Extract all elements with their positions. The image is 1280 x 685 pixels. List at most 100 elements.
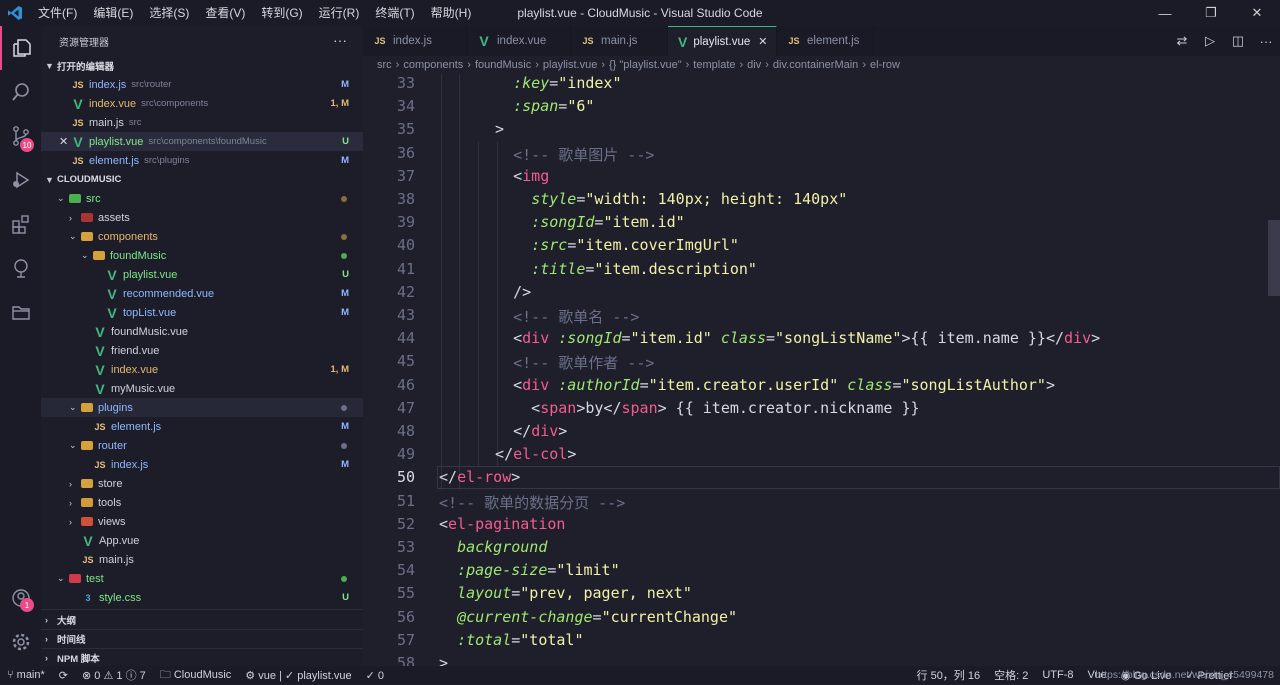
npm-scripts-section[interactable]: › NPM 脚本 (41, 648, 363, 667)
git-status-badge: M (341, 288, 349, 299)
close-icon[interactable]: ✕ (59, 135, 71, 148)
breadcrumb-item[interactable]: {} "playlist.vue" (609, 59, 682, 71)
breadcrumb-item[interactable]: div (747, 59, 761, 71)
vue-file-icon: V (73, 95, 83, 112)
scrollbar-thumb[interactable] (1268, 220, 1280, 296)
menu-item[interactable]: 文件(F) (30, 0, 85, 26)
folder-icon (69, 194, 81, 203)
breadcrumb-item[interactable]: playlist.vue (543, 59, 597, 71)
project-section[interactable]: ▼ CLOUDMUSIC (41, 170, 363, 189)
check-indicator[interactable]: ✓ 0 (359, 669, 391, 682)
menu-item[interactable]: 终端(T) (367, 0, 422, 26)
branch-indicator[interactable]: ⑂ main* (0, 669, 52, 681)
menu-item[interactable]: 编辑(E) (85, 0, 141, 26)
folder-item[interactable]: › store (41, 474, 363, 493)
file-item[interactable]: VtopList.vue M (41, 303, 363, 322)
menu-item[interactable]: 转到(G) (253, 0, 310, 26)
explorer-icon[interactable] (0, 26, 41, 70)
tree-label: foundMusic.vue (111, 325, 189, 338)
tab-element-js[interactable]: JS element.js (777, 26, 874, 56)
folder-item[interactable]: › views (41, 512, 363, 531)
folder-item[interactable]: › tools (41, 493, 363, 512)
open-editor-item[interactable]: ✕ Vplaylist.vue src\components\foundMusic U (41, 132, 363, 151)
search-icon[interactable] (0, 70, 41, 114)
file-item[interactable]: JS index.js M (41, 455, 363, 474)
menu-item[interactable]: 帮助(H) (423, 0, 480, 26)
js-file-icon: JS (82, 554, 94, 565)
file-item[interactable]: 3 style.css U (41, 588, 363, 607)
outline-section[interactable]: › 大纲 (41, 610, 363, 629)
line-number: 39 (396, 213, 415, 232)
vue-file-icon: V (83, 532, 93, 549)
code-token: span (621, 398, 658, 417)
open-editor-item[interactable]: Vindex.vue src\components 1, M (41, 94, 363, 113)
more-actions-icon[interactable]: ··· (1252, 34, 1280, 49)
folder-item[interactable]: ⌄ plugins (41, 398, 363, 417)
tree-label: tools (98, 496, 122, 509)
extensions-icon[interactable] (0, 202, 41, 246)
breadcrumb-item[interactable]: src (377, 59, 392, 71)
maximize-icon[interactable]: ❐ (1188, 0, 1234, 26)
folder-item[interactable]: ⌄ test (41, 569, 363, 588)
vetur-indicator[interactable]: ⚙ vue | ✓ playlist.vue (238, 669, 358, 682)
menu-item[interactable]: 选择(S) (141, 0, 197, 26)
compare-changes-icon[interactable]: ⇄ (1168, 33, 1196, 49)
breadcrumb-item[interactable]: template (693, 59, 735, 71)
file-item[interactable]: JS main.js (41, 550, 363, 569)
open-editor-item[interactable]: JS main.js src (41, 113, 363, 132)
timeline-section[interactable]: › 时间线 (41, 629, 363, 648)
split-editor-icon[interactable]: ◫ (1224, 33, 1252, 49)
code-token: <!-- 歌单作者 --> (513, 354, 655, 373)
run-icon[interactable]: ▷ (1196, 33, 1224, 49)
sync-icon[interactable]: ⟳ (52, 669, 75, 682)
tab-main-js[interactable]: JS main.js (571, 26, 668, 56)
file-item[interactable]: Vindex.vue 1, M (41, 360, 363, 379)
more-actions-icon[interactable]: ··· (333, 32, 347, 48)
tab-index-vue[interactable]: Vindex.vue (467, 26, 571, 56)
tab-playlist-vue[interactable]: Vplaylist.vue ✕ (668, 26, 777, 56)
open-editor-item[interactable]: JS element.js src\plugins M (41, 151, 363, 170)
code-view[interactable]: 33 :key="index" 34 :span="6" 35 >36 <!-- 歌… (363, 74, 1280, 666)
file-item[interactable]: Vplaylist.vue U (41, 265, 363, 284)
file-item[interactable]: VfoundMusic.vue (41, 322, 363, 341)
breadcrumb-item[interactable]: el-row (870, 59, 900, 71)
editor-tabs: JS index.js Vindex.vue JS main.js Vplaylist.v… (363, 26, 1280, 56)
indentation[interactable]: 空格: 2 (987, 667, 1035, 683)
folder-item[interactable]: ⌄ foundMusic (41, 246, 363, 265)
menu-item[interactable]: 查看(V) (197, 0, 253, 26)
breadcrumb-item[interactable]: foundMusic (475, 59, 531, 71)
cursor-position[interactable]: 行 50，列 16 (910, 667, 988, 683)
js-file-icon: JS (72, 117, 84, 128)
accounts-icon[interactable]: 1 (0, 576, 41, 620)
line-number: 36 (396, 143, 415, 162)
minimize-icon[interactable]: — (1142, 0, 1188, 26)
open-editor-item[interactable]: JS index.js src\router M (41, 75, 363, 94)
file-item[interactable]: Vfriend.vue (41, 341, 363, 360)
folder-item[interactable]: › assets (41, 208, 363, 227)
encoding[interactable]: UTF-8 (1035, 669, 1080, 681)
close-window-icon[interactable]: ✕ (1234, 0, 1280, 26)
code-token: div (1064, 329, 1092, 348)
breadcrumb-item[interactable]: div.containerMain (773, 59, 858, 71)
run-debug-icon[interactable] (0, 158, 41, 202)
project-manager-icon[interactable] (0, 290, 41, 334)
menu-item[interactable]: 运行(R) (311, 0, 368, 26)
file-item[interactable]: JS element.js M (41, 417, 363, 436)
source-control-icon[interactable]: 10 (0, 114, 41, 158)
close-icon[interactable]: ✕ (758, 35, 767, 48)
tab-index-js[interactable]: JS index.js (363, 26, 467, 56)
file-item[interactable]: V App.vue (41, 531, 363, 550)
folder-item[interactable]: ⌄ src (41, 189, 363, 208)
folder-item[interactable]: ⌄ components (41, 227, 363, 246)
remote-explorer-icon[interactable] (0, 246, 41, 290)
settings-gear-icon[interactable] (0, 620, 41, 664)
problems-indicator[interactable]: ⊗ 0 ⚠ 1 ⓘ 7 (75, 667, 153, 683)
open-editors-section[interactable]: ▼ 打开的编辑器 (41, 56, 363, 75)
tree-label: element.js (111, 420, 162, 433)
folder-indicator[interactable]: 🗀 CloudMusic (153, 666, 239, 685)
file-item[interactable]: Vrecommended.vue M (41, 284, 363, 303)
folder-item[interactable]: ⌄ router (41, 436, 363, 455)
breadcrumb-item[interactable]: components (403, 59, 463, 71)
file-item[interactable]: VmyMusic.vue (41, 379, 363, 398)
